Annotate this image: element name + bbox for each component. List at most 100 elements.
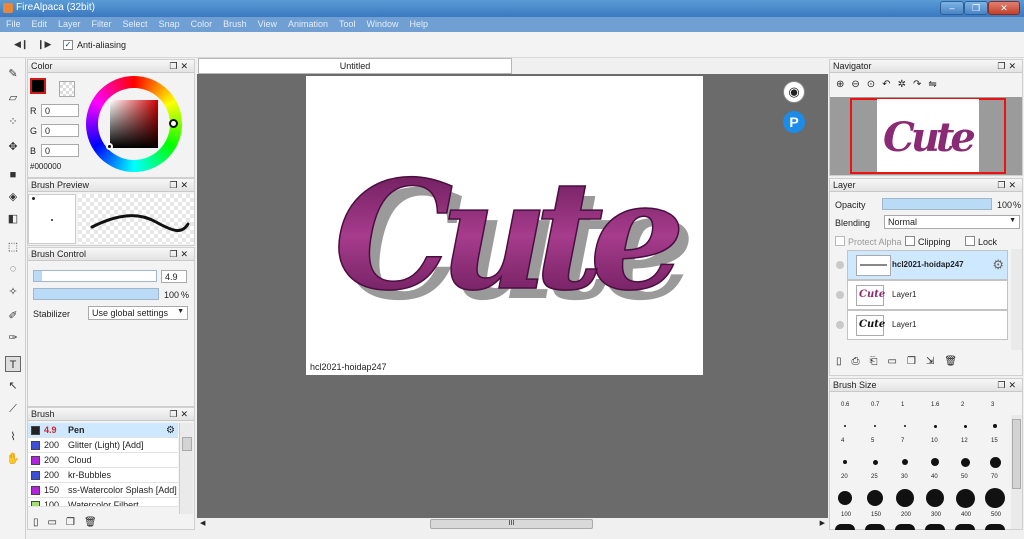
hand-tool-icon[interactable]: ✋ (5, 451, 21, 467)
panel-buttons[interactable]: ❐✕ (169, 180, 191, 191)
divide-tool-icon[interactable]: ⟋ (5, 401, 21, 417)
next-frame-icon[interactable]: ❙▶ (37, 40, 51, 49)
brush-size-option[interactable] (874, 425, 876, 427)
layer-opacity-slider[interactable] (882, 198, 992, 210)
move-tool-icon[interactable]: ✥ (5, 139, 21, 155)
zoom-in-icon[interactable]: ⊕ (836, 79, 851, 90)
new-layer-icon[interactable]: ▯ (836, 356, 852, 367)
bucket-tool-icon[interactable]: ◈ (5, 189, 21, 205)
protect-alpha-checkbox[interactable] (835, 236, 845, 246)
zoom-out-icon[interactable]: ⊖ (851, 79, 866, 90)
menu-window[interactable]: Window (361, 17, 404, 29)
visibility-icon[interactable] (836, 321, 844, 329)
layer-row[interactable]: Cute Layer1 (836, 310, 1008, 340)
brush-size-option[interactable] (960, 457, 970, 467)
brush-size-option[interactable] (931, 458, 939, 466)
text-tool-icon[interactable]: T (5, 356, 21, 372)
clipping-checkbox[interactable] (905, 236, 915, 246)
hue-handle[interactable] (169, 119, 178, 128)
magic-wand-icon[interactable]: ✧ (5, 284, 21, 300)
new-brush-icon[interactable]: ▯ (33, 517, 48, 528)
blending-select[interactable]: Normal ▼ (884, 215, 1020, 229)
brush-size-option[interactable] (902, 459, 908, 465)
scroll-thumb[interactable]: III (430, 519, 593, 529)
brush-size-option[interactable] (896, 489, 914, 507)
brush-size-option[interactable] (985, 488, 1005, 508)
new-1bit-layer-icon[interactable]: ⎗ (870, 356, 888, 367)
close-button[interactable]: ✕ (988, 1, 1020, 15)
fill-tool-icon[interactable]: ■ (5, 167, 21, 183)
primary-color-swatch[interactable] (30, 78, 46, 94)
transparent-color-swatch[interactable] (59, 81, 75, 97)
pen-tool-icon[interactable]: ✎ (5, 66, 21, 82)
menu-filter[interactable]: Filter (86, 17, 117, 29)
g-input[interactable]: 0 (41, 124, 79, 137)
new-8bit-layer-icon[interactable]: ⎙ (852, 356, 870, 367)
panel-buttons[interactable]: ❐✕ (169, 249, 191, 260)
panel-buttons[interactable]: ❐✕ (997, 61, 1019, 72)
panel-buttons[interactable]: ❐✕ (169, 409, 191, 420)
scroll-left-icon[interactable]: ◀ (200, 519, 205, 527)
brush-size-option[interactable] (838, 491, 852, 505)
navigator-preview[interactable]: Cute (830, 97, 1022, 175)
menu-edit[interactable]: Edit (26, 17, 53, 29)
gear-icon[interactable]: ⚙ (992, 257, 1004, 273)
brush-item[interactable]: 200 Cloud (28, 453, 178, 468)
brush-opacity-slider[interactable] (33, 288, 159, 300)
stabilizer-select[interactable]: Use global settings ▼ (88, 306, 188, 320)
brush-size-option[interactable] (926, 489, 944, 507)
saturation-square[interactable] (110, 100, 158, 148)
brush-item[interactable]: 150 ss-Watercolor Splash [Add] (28, 483, 178, 498)
brush-size-option[interactable] (985, 524, 1005, 530)
select-eraser-icon[interactable]: ✑ (5, 330, 21, 346)
brush-size-option[interactable] (933, 424, 937, 428)
menu-help[interactable]: Help (404, 17, 434, 29)
flip-icon[interactable]: ⇋ (928, 79, 943, 90)
eraser-tool-icon[interactable]: ▱ (5, 90, 21, 106)
trash-icon[interactable]: 🗑 (944, 356, 967, 367)
scroll-right-icon[interactable]: ▶ (820, 519, 825, 527)
brush-size-option[interactable] (925, 524, 945, 530)
rotate-left-icon[interactable]: ↶ (882, 79, 897, 90)
anti-aliasing-checkbox[interactable]: ✓ (63, 40, 73, 50)
brush-item[interactable]: 4.9 Pen ⚙ (28, 423, 178, 438)
brush-size-option[interactable] (865, 524, 885, 530)
color-picker-handle[interactable] (106, 143, 113, 150)
duplicate-icon[interactable]: ❐ (66, 517, 84, 528)
brush-size-option[interactable] (867, 490, 883, 506)
panel-buttons[interactable]: ❐✕ (997, 180, 1019, 191)
operation-tool-icon[interactable]: ↖ (5, 378, 21, 394)
duplicate-icon[interactable]: ❐ (907, 356, 926, 367)
brush-size-option[interactable] (989, 456, 1001, 468)
b-input[interactable]: 0 (41, 144, 79, 157)
brush-size-option[interactable] (835, 524, 855, 530)
brush-size-scrollbar[interactable] (1011, 415, 1022, 529)
lock-checkbox[interactable] (965, 236, 975, 246)
brush-size-option[interactable] (955, 488, 975, 508)
menu-layer[interactable]: Layer (52, 17, 86, 29)
minimize-button[interactable]: – (940, 1, 964, 15)
layer-list-scrollbar[interactable] (1011, 249, 1022, 350)
menu-file[interactable]: File (0, 17, 26, 29)
brush-item[interactable]: 100 Watercolor Filbert (28, 498, 178, 507)
rotate-reset-icon[interactable]: ✲ (898, 79, 913, 90)
brush-size-option[interactable] (895, 524, 915, 530)
hue-ring[interactable] (86, 76, 182, 172)
menu-tool[interactable]: Tool (333, 17, 361, 29)
gear-icon[interactable]: ⚙ (166, 423, 175, 438)
lasso-tool-icon[interactable]: ◌ (5, 261, 21, 277)
menu-snap[interactable]: Snap (153, 17, 185, 29)
brush-list-scrollbar[interactable] (179, 423, 193, 514)
visibility-icon[interactable] (836, 291, 844, 299)
menu-brush[interactable]: Brush (217, 17, 252, 29)
drawing-canvas[interactable]: Cute Cute hcl2021-hoidap247 (306, 76, 703, 375)
prev-frame-icon[interactable]: ◀❙ (14, 40, 28, 49)
brush-size-slider[interactable] (33, 270, 157, 282)
dot-tool-icon[interactable]: ⁘ (5, 114, 21, 130)
menu-select[interactable]: Select (117, 17, 153, 29)
brush-size-option[interactable] (872, 459, 878, 465)
brush-size-option[interactable] (955, 524, 975, 530)
merge-icon[interactable]: ⇲ (926, 356, 944, 367)
layer-row[interactable]: hcl2021-hoidap247 ⚙ (836, 250, 1008, 280)
menu-view[interactable]: View (252, 17, 282, 29)
